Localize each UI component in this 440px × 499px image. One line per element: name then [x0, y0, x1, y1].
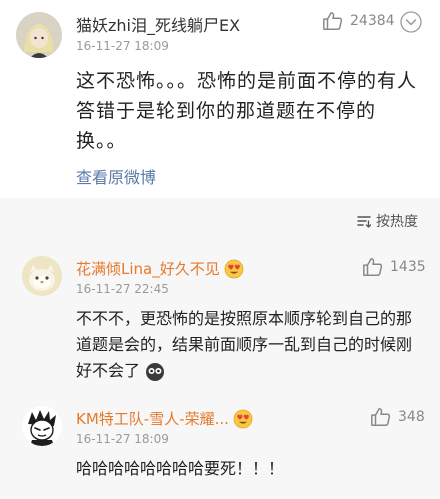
reply-text: 哈哈哈哈哈哈哈哈要死！！！ — [76, 459, 285, 478]
sort-by-hot-button[interactable]: 按热度 — [356, 211, 418, 231]
sort-label: 按热度 — [376, 214, 418, 230]
like-button[interactable]: 24384 — [322, 10, 395, 32]
timestamp: 16-11-27 18:09 — [76, 39, 169, 53]
timestamp: 16-11-27 18:09 — [76, 432, 169, 446]
chevron-down-icon — [400, 11, 422, 33]
heart-eyes-emoji-icon — [224, 259, 244, 278]
username[interactable]: 猫妖zhi泪_死线躺尸EX — [76, 12, 240, 36]
reply-text: 不不不，更恐怖的是按照原本顺序轮到自己的那道题是会的，结果前面顺序一乱到自己的时… — [76, 306, 426, 384]
like-count: 24384 — [350, 13, 395, 29]
avatar[interactable] — [16, 12, 62, 58]
avatar[interactable] — [22, 406, 62, 446]
reply-text-content: 不不不，更恐怖的是按照原本顺序轮到自己的那道题是会的，结果前面顺序一乱到自己的时… — [76, 309, 413, 380]
avatar[interactable] — [22, 256, 62, 296]
more-options-button[interactable] — [399, 10, 423, 34]
like-count: 348 — [398, 409, 425, 425]
like-button[interactable]: 1435 — [362, 256, 426, 278]
view-original-link[interactable]: 查看原微博 — [76, 164, 156, 188]
like-button[interactable]: 348 — [370, 406, 425, 428]
comment-text: 这不恐怖。。。恐怖的是前面不停的有人答错于是轮到你的那道题在不停的换。。 — [76, 70, 418, 152]
sort-icon — [357, 216, 372, 228]
username-text: KM特工队-雪人-荣耀... — [76, 410, 229, 428]
username[interactable]: 花满倾Lina_好久不见 — [76, 258, 244, 279]
speechless-emoji-icon — [146, 362, 165, 381]
username[interactable]: KM特工队-雪人-荣耀... — [76, 408, 253, 429]
username-text: 花满倾Lina_好久不见 — [76, 260, 220, 278]
like-count: 1435 — [390, 259, 426, 275]
thumbs-up-icon — [363, 258, 383, 276]
thumbs-up-icon — [371, 408, 391, 426]
heart-eyes-emoji-icon — [233, 409, 253, 428]
timestamp: 16-11-27 22:45 — [76, 282, 169, 296]
thumbs-up-icon — [323, 12, 343, 30]
